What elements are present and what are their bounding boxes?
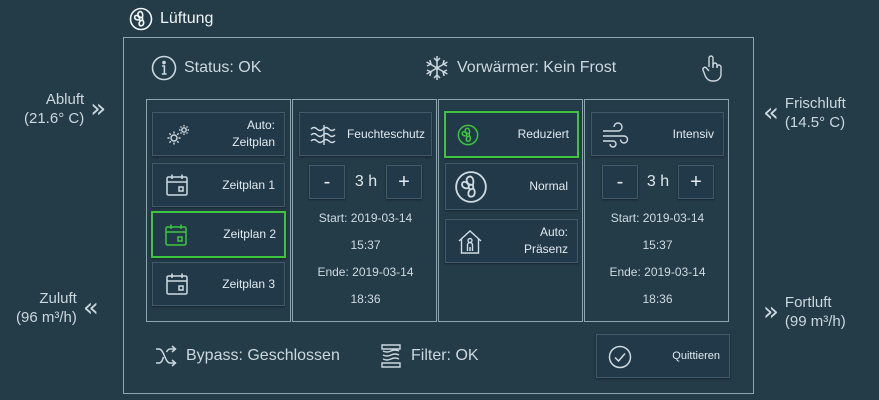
frischluft-indicator: « Frischluft (14.5° C) (763, 94, 846, 132)
intensiv-start-date: Start: 2019-03-14 (610, 211, 705, 225)
house-person-icon (457, 229, 483, 255)
chevrons-right-icon: » (763, 296, 779, 327)
chevrons-left-icon: « (763, 97, 779, 128)
auto-praesenz-label: Auto: Präsenz (523, 225, 568, 256)
filter-label: Filter: OK (411, 347, 479, 364)
feuchteschutz-end-date: Ende: 2019-03-14 (317, 265, 414, 279)
zeitplan-2-button[interactable]: Zeitplan 2 (151, 211, 286, 258)
mode-column: Auto: Zeitplan Zeitplan 1 Zeitplan 2 Zei… (146, 99, 291, 322)
fortluft-indicator: » Fortluft (99 m³/h) (763, 293, 846, 331)
window-title-label: Lüftung (160, 10, 214, 27)
feuchteschutz-start-time: 15:37 (350, 238, 381, 252)
wind-icon (602, 122, 630, 148)
fan-icon (129, 7, 153, 31)
intensiv-end-time: 18:36 (642, 292, 673, 306)
info-icon (151, 55, 177, 81)
feuchteschutz-start-date: Start: 2019-03-14 (318, 211, 413, 225)
reduziert-label: Reduziert (517, 127, 569, 141)
frischluft-label: Frischluft (14.5° C) (784, 95, 846, 131)
intensiv-end-date: Ende: 2019-03-14 (609, 265, 706, 279)
shuffle-icon (156, 345, 177, 367)
quittieren-label: Quittieren (672, 349, 720, 362)
calendar-icon (165, 272, 189, 296)
feuchteschutz-end-time: 18:36 (350, 292, 381, 306)
filter-icon (381, 344, 401, 368)
auto-praesenz-button[interactable]: Auto: Präsenz (445, 219, 578, 263)
feuchteschutz-minus-button[interactable]: - (309, 165, 345, 199)
fan-icon (454, 170, 488, 204)
zeitplan-1-button[interactable]: Zeitplan 1 (152, 163, 285, 207)
quittieren-button[interactable]: Quittieren (596, 334, 730, 378)
auto-zeitplan-label: Auto: Zeitplan (232, 118, 275, 149)
intensiv-duration: 3 h (646, 173, 670, 190)
feuchteschutz-plus-button[interactable]: + (386, 165, 422, 199)
vorwaermer-label: Vorwärmer: Kein Frost (457, 59, 617, 76)
intensiv-start-time: 15:37 (642, 238, 673, 252)
fortluft-label: Fortluft (99 m³/h) (784, 294, 846, 330)
intensiv-column: Intensiv - 3 h + Start: 2019-03-14 15:37… (584, 99, 729, 322)
bypass-indicator: Bypass: Geschlossen (154, 343, 340, 369)
zeitplan-3-label: Zeitplan 3 (222, 276, 275, 291)
feuchteschutz-duration: 3 h (354, 173, 378, 190)
abluft-indicator: Abluft (21.6° C) » (24, 90, 106, 128)
normal-label: Normal (529, 179, 568, 193)
window-title: Lüftung (129, 7, 213, 31)
calendar-icon (164, 223, 188, 247)
bypass-label: Bypass: Geschlossen (186, 347, 340, 364)
normal-button[interactable]: Normal (445, 163, 578, 210)
level-column: Reduziert Normal Auto: Präsenz (438, 99, 583, 322)
feuchteschutz-label: Feuchteschutz (346, 126, 425, 141)
status-indicator: Status: OK (151, 55, 261, 81)
zuluft-label: Zuluft (96 m³/h) (16, 290, 77, 326)
chevrons-left-icon: « (82, 292, 99, 323)
feuchteschutz-column: Feuchteschutz - 3 h + Start: 2019-03-14 … (292, 99, 437, 322)
gears-icon (165, 123, 191, 147)
zuluft-indicator: Zuluft (96 m³/h) « (16, 289, 99, 327)
humidity-waves-icon (310, 123, 338, 147)
status-label: Status: OK (184, 59, 262, 76)
chevrons-right-icon: » (90, 93, 107, 124)
zeitplan-1-label: Zeitplan 1 (222, 177, 275, 192)
touch-hand-icon[interactable] (699, 53, 725, 83)
filter-indicator: Filter: OK (379, 343, 479, 369)
check-circle-icon (608, 345, 632, 369)
feuchteschutz-button[interactable]: Feuchteschutz (299, 112, 432, 156)
reduziert-button[interactable]: Reduziert (444, 111, 579, 158)
fan-icon (457, 124, 479, 146)
intensiv-button[interactable]: Intensiv (591, 112, 724, 156)
zeitplan-3-button[interactable]: Zeitplan 3 (152, 262, 285, 306)
intensiv-plus-button[interactable]: + (678, 165, 714, 199)
abluft-label: Abluft (21.6° C) (24, 91, 85, 127)
calendar-icon (165, 173, 189, 197)
zeitplan-2-label: Zeitplan 2 (223, 227, 276, 241)
intensiv-minus-button[interactable]: - (602, 165, 638, 199)
snowflake-icon (426, 56, 448, 80)
intensiv-label: Intensiv (672, 126, 714, 141)
vorwaermer-indicator: Vorwärmer: Kein Frost (424, 55, 616, 81)
auto-zeitplan-button[interactable]: Auto: Zeitplan (152, 112, 285, 156)
